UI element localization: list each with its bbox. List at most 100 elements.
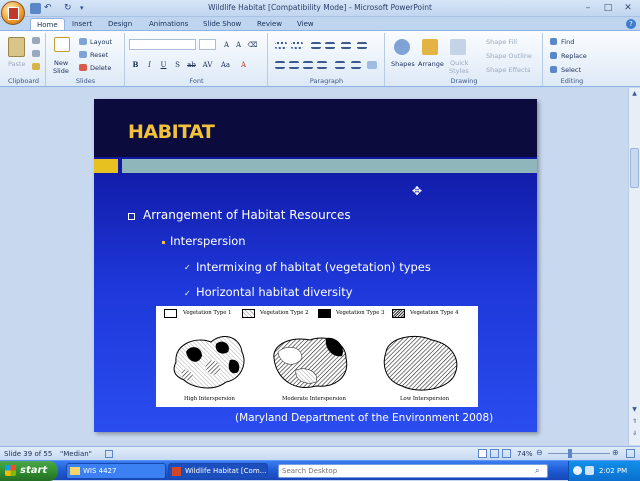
scroll-up-icon[interactable]: ▲ [630,90,639,99]
shape-outline-button[interactable]: Shape Outline [486,52,532,60]
align-right-icon[interactable] [303,61,313,69]
maximize-icon[interactable]: □ [598,2,618,15]
desktop-search-input[interactable] [279,465,529,477]
redo-icon[interactable]: ↻ [64,3,75,14]
zoom-out-icon[interactable]: ⊖ [536,448,543,457]
arrange-icon[interactable] [422,39,438,55]
high-interspersion-map [173,336,245,389]
zoom-slider[interactable] [548,453,610,454]
bullet-level1[interactable]: Arrangement of Habitat Resources [143,208,351,222]
delete-button[interactable]: Delete [90,64,111,72]
bullets-icon[interactable] [275,42,287,49]
quick-styles-button-line2[interactable]: Styles [449,67,469,75]
underline-icon[interactable]: U [158,60,169,70]
undo-icon[interactable]: ↶ [44,3,55,14]
normal-view-icon[interactable] [478,449,487,458]
layout-button[interactable]: Layout [90,38,112,46]
select-button[interactable]: Select [561,66,581,74]
theme-name: "Median" [60,450,92,458]
paste-icon[interactable] [8,37,25,57]
spelling-check-icon[interactable] [105,450,113,458]
arrange-button[interactable]: Arrange [418,60,444,68]
scroll-thumb[interactable] [630,148,639,188]
zoom-in-icon[interactable]: ⊕ [612,448,619,457]
new-slide-button[interactable]: New [54,59,68,67]
tray-network-icon[interactable] [573,466,582,475]
zoom-slider-thumb[interactable] [568,449,572,458]
start-button[interactable]: start [0,461,58,481]
bullet-level3-a[interactable]: Intermixing of habitat (vegetation) type… [196,260,431,274]
slide[interactable]: HABITAT Arrangement of Habitat Resources… [94,99,537,432]
text-direction-icon[interactable] [335,61,345,69]
slide-sorter-icon[interactable] [490,449,499,458]
taskbar-item-powerpoint[interactable]: Wildlife Habitat [Com... [168,463,268,479]
copy-icon[interactable] [32,50,40,57]
minimize-icon[interactable]: – [578,2,598,15]
shadow-icon[interactable]: S [172,60,183,70]
customize-quick-access-icon[interactable]: ▾ [80,3,91,14]
shape-effects-button[interactable]: Shape Effects [486,66,531,74]
reset-button[interactable]: Reset [90,51,108,59]
taskbar-item-folder[interactable]: WIS 4427 [66,463,166,479]
help-icon[interactable]: ? [626,19,636,29]
office-button[interactable] [1,1,25,25]
decrease-indent-icon[interactable] [311,42,321,49]
find-icon[interactable] [550,38,557,45]
align-text-icon[interactable] [351,61,361,69]
line-spacing-icon[interactable] [341,42,351,49]
smartart-icon[interactable] [367,61,377,69]
save-icon[interactable] [30,3,41,14]
replace-button[interactable]: Replace [561,52,587,60]
shape-fill-button[interactable]: Shape Fill [486,38,517,46]
quick-styles-icon[interactable] [450,39,466,55]
zoom-level[interactable]: 74% [517,450,533,458]
desktop-search-box[interactable]: ⌕ [278,464,548,478]
layout-icon[interactable] [79,38,87,45]
tray-volume-icon[interactable] [585,466,594,475]
bold-icon[interactable]: B [130,60,141,70]
select-icon[interactable] [550,66,557,73]
char-spacing-icon[interactable]: AV [202,60,213,70]
cut-icon[interactable] [32,37,40,44]
previous-slide-icon[interactable]: ⇑ [630,418,639,427]
font-color-icon[interactable]: A [238,60,249,70]
new-slide-icon[interactable] [54,37,70,52]
clear-formatting-icon[interactable]: ⌫ [247,40,258,50]
scroll-down-icon[interactable]: ▼ [630,406,639,415]
fit-slide-icon[interactable] [626,449,635,458]
align-left-icon[interactable] [275,61,285,69]
search-icon[interactable]: ⌕ [535,466,539,476]
find-button[interactable]: Find [561,38,574,46]
font-name-combo[interactable] [129,39,196,50]
italic-icon[interactable]: I [144,60,155,70]
slide-show-icon[interactable] [502,449,511,458]
format-painter-icon[interactable] [32,63,40,70]
vertical-scrollbar[interactable]: ▲ ▼ ⇑ ⇓ [628,88,640,445]
change-case-icon[interactable]: Aa [220,60,231,70]
columns-icon[interactable] [357,42,367,49]
reset-icon[interactable] [79,51,87,58]
shrink-font-icon[interactable]: A [233,40,244,50]
strikethrough-icon[interactable]: ab [186,60,197,70]
quick-styles-button[interactable]: Quick [450,59,468,67]
replace-icon[interactable] [550,52,557,59]
bullet-level2[interactable]: Interspersion [170,234,246,248]
font-size-combo[interactable] [199,39,216,50]
numbering-icon[interactable] [291,42,303,49]
bullet-level3-b[interactable]: Horizontal habitat diversity [196,285,353,299]
citation[interactable]: (Maryland Department of the Environment … [235,412,493,424]
new-slide-button-line2[interactable]: Slide [53,67,69,75]
paste-button[interactable]: Paste [8,60,26,68]
interspersion-figure[interactable]: Vegetation Type 1 Vegetation Type 2 Vege… [156,306,478,407]
justify-icon[interactable] [317,61,327,69]
increase-indent-icon[interactable] [325,42,335,49]
shapes-button[interactable]: Shapes [391,60,415,68]
next-slide-icon[interactable]: ⇓ [630,430,639,439]
align-center-icon[interactable] [289,61,299,69]
close-icon[interactable]: ✕ [618,2,638,15]
slide-title[interactable]: HABITAT [128,121,215,143]
shapes-icon[interactable] [394,39,410,55]
clock[interactable]: 2:02 PM [599,467,627,475]
delete-icon[interactable] [79,64,87,71]
grow-font-icon[interactable]: A [221,40,232,50]
